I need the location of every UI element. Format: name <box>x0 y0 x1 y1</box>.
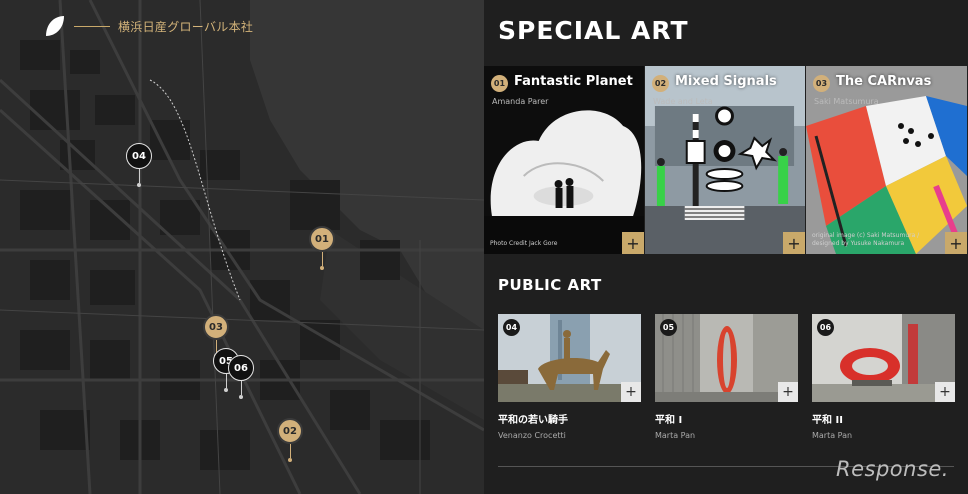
map-pin-02[interactable]: 02 <box>277 418 303 462</box>
plus-icon[interactable]: + <box>783 232 805 254</box>
hq-header: 横浜日産グローバル本社 <box>44 14 253 38</box>
card-artist: Venanzo Crocetti <box>498 431 566 440</box>
card-title: Mixed Signals <box>675 74 777 89</box>
card-artist: Marta Pan <box>655 431 696 440</box>
public-art-list: 04 + 平和の若い騎手 Venanzo Crocetti 05 + 平和 I … <box>498 314 955 440</box>
map-pin-06[interactable]: 06 <box>228 355 254 399</box>
card-number-badge: 04 <box>503 319 520 336</box>
card-number-badge: 05 <box>660 319 677 336</box>
area-map[interactable]: 横浜日産グローバル本社 01 02 03 04 05 06 <box>0 0 484 494</box>
hq-connector-line <box>74 25 110 27</box>
card-title: 平和の若い騎手 <box>498 415 568 426</box>
map-pin-label: 02 <box>277 418 303 444</box>
nissan-leaf-logo-icon <box>46 16 64 36</box>
public-art-card-06[interactable]: 06 + 平和 II Marta Pan <box>812 314 955 440</box>
card-artist: Marta Pan <box>812 431 853 440</box>
map-pin-label: 04 <box>126 143 152 169</box>
special-art-title: SPECIAL ART <box>498 16 689 45</box>
hq-label: 横浜日産グローバル本社 <box>118 19 254 34</box>
map-pin-label: 03 <box>203 314 229 340</box>
card-title: Fantastic Planet <box>514 74 633 89</box>
art-panel: SPECIAL ART 01 Fantastic Planet Amanda P… <box>484 0 968 494</box>
special-art-list: 01 Fantastic Planet Amanda Parer Photo C… <box>484 66 968 254</box>
special-art-card-02[interactable]: 02 Mixed Signals Wade and Leta + <box>645 66 806 254</box>
fantastic-planet-image <box>484 66 644 254</box>
photo-credit: original image (c) Saki Matsumura / desi… <box>812 232 920 247</box>
public-art-photo: 05 + <box>655 314 798 402</box>
plus-icon[interactable]: + <box>622 232 644 254</box>
plus-icon[interactable]: + <box>778 382 798 402</box>
public-art-title: PUBLIC ART <box>498 276 602 294</box>
card-artist: Amanda Parer <box>492 97 549 106</box>
map-pin-04[interactable]: 04 <box>126 143 152 187</box>
card-artist: Wade and Leta <box>653 97 713 106</box>
carnvas-image <box>806 66 967 254</box>
special-art-card-03[interactable]: 03 The CARnvas Saki Matsumura original i… <box>806 66 967 254</box>
card-artist: Saki Matsumura <box>814 97 879 106</box>
card-number-badge: 06 <box>817 319 834 336</box>
plus-icon[interactable]: + <box>621 382 641 402</box>
map-pin-01[interactable]: 01 <box>309 226 335 270</box>
card-number-badge: 01 <box>491 75 508 92</box>
plus-icon[interactable]: + <box>935 382 955 402</box>
card-title: 平和 II <box>812 415 843 426</box>
special-art-card-01[interactable]: 01 Fantastic Planet Amanda Parer Photo C… <box>484 66 645 254</box>
public-art-photo: 06 + <box>812 314 955 402</box>
map-streets <box>0 0 484 494</box>
mixed-signals-image <box>645 66 805 254</box>
map-pin-label: 06 <box>228 355 254 381</box>
public-art-card-04[interactable]: 04 + 平和の若い騎手 Venanzo Crocetti <box>498 314 641 440</box>
card-title: The CARnvas <box>836 74 932 89</box>
card-number-badge: 02 <box>652 75 669 92</box>
map-pin-label: 01 <box>309 226 335 252</box>
public-art-card-05[interactable]: 05 + 平和 I Marta Pan <box>655 314 798 440</box>
public-art-photo: 04 + <box>498 314 641 402</box>
card-title: 平和 I <box>655 415 683 426</box>
photo-credit: Photo Credit Jack Gore <box>490 240 558 247</box>
response-watermark: Response. <box>836 457 949 481</box>
plus-icon[interactable]: + <box>945 232 967 254</box>
card-number-badge: 03 <box>813 75 830 92</box>
